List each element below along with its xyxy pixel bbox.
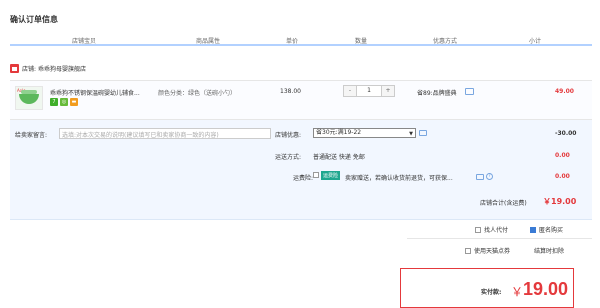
proxy-pay-checkbox[interactable]	[475, 226, 481, 233]
auto-deduct-text: 结算时扣除	[534, 246, 564, 255]
quantity-stepper: - 1 +	[343, 85, 395, 97]
page-title: 确认订单信息	[10, 15, 58, 24]
unit-price: 138.00	[280, 88, 301, 95]
shop-icon	[10, 63, 19, 73]
help-icon[interactable]: ?	[486, 173, 493, 180]
column-header-promotion: 优惠方式	[433, 38, 458, 45]
payment-summary-box: 实付款: ￥ 19.00	[400, 268, 574, 308]
insurance-description: 卖家赠送，若确认收货前退货，可获保...	[345, 175, 453, 182]
shop-line: 店铺: 乖乖狗母婴旗舰店	[10, 62, 86, 74]
quantity-input[interactable]: 1	[356, 86, 382, 96]
guarantee-icon[interactable]: ◎	[60, 98, 68, 106]
column-header-quantity: 数量	[355, 38, 368, 45]
seven-day-return-icon[interactable]: 7	[50, 98, 58, 106]
insurance-checkbox[interactable]	[313, 172, 319, 178]
product-thumbnail[interactable]: Aolo	[15, 86, 43, 110]
product-title-link[interactable]: 乖乖狗不锈钢保温碗婴幼儿辅食...	[50, 88, 154, 97]
chat-icon[interactable]	[476, 174, 484, 180]
chevron-down-icon: ▼	[409, 131, 413, 137]
insurance-label: 运费险:	[293, 175, 314, 182]
shop-total-label: 店铺合计(含运费)	[480, 200, 527, 207]
column-header-subtotal: 小计	[529, 38, 542, 45]
payment-label: 实付款:	[481, 289, 502, 296]
column-header-price: 单价	[286, 38, 299, 45]
column-header-row: 店铺宝贝 商品属性 单价 数量 优惠方式 小计	[10, 34, 592, 46]
proxy-pay-option[interactable]: 找人代付	[475, 225, 508, 234]
column-header-attributes: 商品属性	[196, 38, 221, 45]
chat-icon[interactable]	[419, 130, 427, 136]
anonymous-option[interactable]: 匿名购买	[530, 225, 563, 234]
anonymous-checkbox[interactable]	[530, 226, 536, 233]
payment-currency: ￥	[511, 285, 524, 299]
shop-discount-select[interactable]: 省30元:满19-22 ▼	[313, 128, 416, 138]
auto-deduct-label: 结算时扣除	[534, 248, 565, 255]
insurance-amount: 0.00	[555, 173, 570, 180]
tmall-points-checkbox[interactable]	[465, 247, 471, 254]
shop-discount-selected: 省30元:满19-22	[316, 129, 362, 136]
quantity-plus-button[interactable]: +	[382, 86, 394, 96]
service-icons: 7 ◎ ▬	[50, 98, 78, 106]
invoice-icon[interactable]: ▬	[70, 98, 78, 106]
order-options-panel: 给卖家留言: 选填:对本次交易的说明(建议填写已和卖家协商一致的内容) 店铺优惠…	[10, 120, 592, 220]
shipping-method: 普通配送 快递 免邮	[313, 154, 365, 161]
shop-total-value: ￥19.00	[543, 197, 577, 206]
column-header-item: 店铺宝贝	[72, 38, 97, 45]
shipping-label: 运送方式:	[275, 154, 302, 161]
shop-discount-amount: -30.00	[555, 130, 577, 137]
item-subtotal: 49.00	[555, 88, 574, 95]
shop-label: 店铺:	[22, 65, 37, 73]
chat-icon[interactable]	[465, 88, 474, 95]
divider	[407, 238, 592, 239]
product-attributes: 颜色分类：绿色（送碗小勺）	[158, 90, 237, 97]
tmall-points-option[interactable]: 使用天猫点券	[465, 246, 510, 255]
insurance-badge: 运费险	[321, 171, 341, 180]
order-item-row: Aolo 乖乖狗不锈钢保温碗婴幼儿辅食... 7 ◎ ▬ 颜色分类：绿色（送碗小…	[10, 80, 592, 120]
quantity-minus-button[interactable]: -	[344, 86, 356, 96]
tmall-points-label: 使用天猫点券	[474, 248, 511, 255]
message-to-seller-input[interactable]: 选填:对本次交易的说明(建议填写已和卖家协商一致的内容)	[59, 128, 271, 139]
proxy-pay-label: 找人代付	[484, 227, 509, 234]
shipping-amount: 0.00	[555, 152, 570, 159]
shop-name-link[interactable]: 乖乖狗母婴旗舰店	[38, 64, 86, 73]
anonymous-label: 匿名购买	[539, 227, 564, 234]
message-label: 给卖家留言:	[15, 132, 48, 139]
payment-total: 19.00	[523, 279, 569, 299]
shop-discount-label: 店铺优惠:	[275, 132, 302, 139]
promotion-text: 省89:品牌盛典	[417, 90, 457, 97]
